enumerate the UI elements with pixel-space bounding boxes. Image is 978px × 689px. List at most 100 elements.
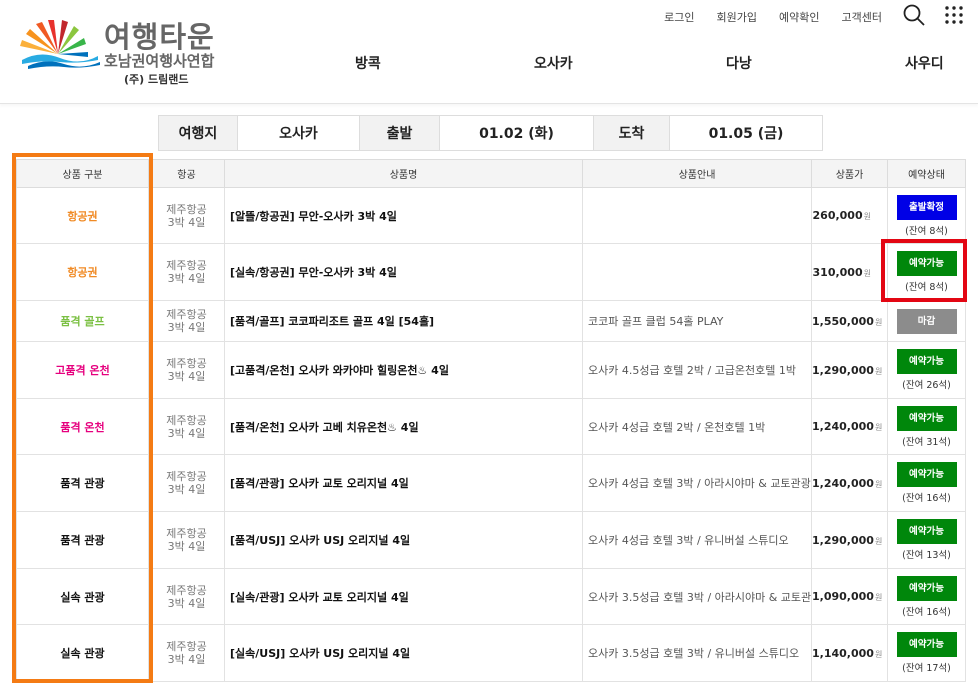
nav-item-osaka[interactable]: 오사카	[534, 53, 573, 73]
product-info: 오사카 4성급 호텔 2박 / 온천호텔 1박	[582, 398, 812, 455]
product-category: 품격 골프	[16, 300, 149, 342]
trip-duration: 3박 4일	[167, 540, 206, 553]
reservation-status: 예약가능 (잔여 26석)	[887, 341, 966, 399]
customer-center-link[interactable]: 고객센터	[842, 9, 882, 25]
remaining-seats: (잔여 16석)	[902, 493, 951, 504]
table-row[interactable]: 실속 관광 제주항공 3박 4일 [실속/관광] 오사카 교토 오리지널 4일 오사카 …	[16, 568, 966, 625]
price-value: 1,240,000	[812, 420, 874, 433]
product-name[interactable]: [실속/항공권] 무안-오사카 3박 4일	[224, 243, 583, 301]
signup-link[interactable]: 회원가입	[717, 9, 757, 25]
reservation-status: 예약가능 (잔여 8석)	[887, 243, 966, 301]
product-name[interactable]: [품격/온천] 오사카 고베 치유온천♨ 4일	[224, 398, 583, 455]
product-name[interactable]: [품격/골프] 코코파리조트 골프 4일 [54홀]	[224, 300, 583, 342]
airline-name: 제주항공	[166, 527, 207, 540]
reservation-check-link[interactable]: 예약확인	[779, 9, 819, 25]
nav-item-saudi[interactable]: 사우디	[905, 53, 944, 73]
status-button[interactable]: 예약가능	[896, 251, 957, 276]
product-name[interactable]: [품격/관광] 오사카 교토 오리지널 4일	[224, 454, 583, 512]
destination-value: 오사카	[238, 116, 360, 150]
product-info-text: 오사카 4.5성급 호텔 2박 / 고급온천호텔 1박	[588, 364, 796, 377]
product-price: 1,290,000원	[811, 511, 888, 569]
product-category-text: 실속 관광	[60, 590, 105, 604]
product-info: 코코파 골프 클럽 54홀 PLAY	[582, 300, 812, 342]
product-name-link[interactable]: [실속/관광] 오사카 교토 오리지널 4일	[230, 591, 409, 604]
remaining-seats: (잔여 31석)	[902, 436, 951, 448]
col-header-category: 상품 구분	[16, 159, 149, 188]
table-row[interactable]: 품격 관광 제주항공 3박 4일 [품격/관광] 오사카 교토 오리지널 4일 오사카 …	[16, 454, 966, 512]
product-category-text: 항공권	[67, 266, 98, 279]
col-header-status: 예약상태	[887, 159, 966, 188]
table-row[interactable]: 품격 골프 제주항공 3박 4일 [품격/골프] 코코파리조트 골프 4일 [54홀]…	[16, 300, 966, 342]
product-info-text: 오사카 4성급 호텔 3박 / 아라시야마 & 교토관광	[588, 477, 811, 490]
nav-item-danang[interactable]: 다낭	[726, 53, 752, 73]
airline-cell: 제주항공 3박 4일	[148, 398, 225, 455]
col-header-price: 상품가	[811, 159, 888, 188]
product-category: 품격 관광	[16, 454, 149, 512]
reservation-status: 예약가능 (잔여 13석)	[887, 511, 966, 569]
product-name-link[interactable]: [실속/USJ] 오사카 USJ 오리지널 4일	[230, 647, 410, 660]
airline-name: 제주항공	[166, 357, 207, 370]
logo-company: (주) 드림랜드	[124, 73, 189, 86]
table-header-row: 상품 구분 항공 상품명 상품안내 상품가 예약상태	[16, 159, 966, 188]
product-name-link[interactable]: [실속/항공권] 무안-오사카 3박 4일	[230, 266, 397, 279]
currency-unit: 원	[874, 593, 883, 602]
status-button[interactable]: 마감	[896, 308, 957, 334]
remaining-seats: (잔여 16석)	[902, 606, 951, 618]
status-button[interactable]: 예약가능	[896, 519, 957, 544]
product-info-text: 오사카 3.5성급 호텔 3박 / 아라시야마 & 교토관광	[588, 590, 812, 604]
product-name[interactable]: [실속/USJ] 오사카 USJ 오리지널 4일	[224, 624, 583, 682]
product-price: 260,000원	[811, 187, 888, 244]
status-button[interactable]: 예약가능	[896, 575, 957, 601]
table-row[interactable]: 품격 온천 제주항공 3박 4일 [품격/온천] 오사카 고베 치유온천♨ 4일 오사카…	[16, 398, 966, 455]
search-icon[interactable]	[903, 4, 925, 26]
site-logo[interactable]: 여행타운 호남권여행사연합 (주) 드림랜드	[18, 14, 258, 90]
col-header-airline: 항공	[148, 159, 225, 188]
table-row[interactable]: 품격 관광 제주항공 3박 4일 [품격/USJ] 오사카 USJ 오리지널 4일 오사…	[16, 511, 966, 569]
product-price: 310,000원	[811, 243, 888, 301]
table-row[interactable]: 고품격 온천 제주항공 3박 4일 [고품격/온천] 오사카 와카야마 힐링온천♨ 4…	[16, 341, 966, 399]
status-button[interactable]: 출발확정	[896, 194, 957, 220]
table-row[interactable]: 실속 관광 제주항공 3박 4일 [실속/USJ] 오사카 USJ 오리지널 4일 오사…	[16, 624, 966, 682]
product-name[interactable]: [알뜰/항공권] 무안-오사카 3박 4일	[224, 187, 583, 244]
product-name[interactable]: [실속/관광] 오사카 교토 오리지널 4일	[224, 568, 583, 625]
remaining-seats: (잔여 8석)	[905, 225, 948, 237]
product-info	[582, 243, 812, 301]
product-table: 상품 구분 항공 상품명 상품안내 상품가 예약상태 항공권 제주항공 3박 4일[…	[16, 159, 966, 682]
table-row[interactable]: 항공권 제주항공 3박 4일 [실속/항공권] 무안-오사카 3박 4일 310,000…	[16, 243, 966, 301]
product-category-text: 고품격 온천	[55, 364, 110, 377]
reservation-status: 마감	[887, 300, 966, 342]
login-link[interactable]: 로그인	[664, 9, 694, 25]
trip-summary-bar: 여행지 오사카 출발 01.02 (화) 도착 01.05 (금)	[158, 115, 823, 151]
price-value: 1,290,000	[812, 363, 874, 377]
product-info-text: 코코파 골프 클럽 54홀 PLAY	[588, 315, 724, 328]
currency-unit: 원	[874, 536, 883, 546]
status-button[interactable]: 예약가능	[896, 462, 957, 487]
airline-cell: 제주항공 3박 4일	[148, 511, 225, 569]
product-info: 오사카 3.5성급 호텔 3박 / 아라시야마 & 교토관광	[582, 568, 812, 625]
product-name-link[interactable]: [품격/USJ] 오사카 USJ 오리지널 4일	[230, 534, 410, 547]
nav-item-bangkok[interactable]: 방콕	[355, 53, 381, 73]
reservation-status: 출발확정 (잔여 8석)	[887, 187, 966, 244]
destination-label: 여행지	[159, 116, 238, 150]
utility-nav: 로그인 회원가입 예약확인 고객센터	[664, 9, 882, 25]
airline-cell: 제주항공 3박 4일	[148, 300, 225, 342]
table-row[interactable]: 항공권 제주항공 3박 4일 [알뜰/항공권] 무안-오사카 3박 4일 260,000…	[16, 187, 966, 244]
product-name-link[interactable]: [고품격/온천] 오사카 와카야마 힐링온천♨ 4일	[230, 364, 449, 377]
product-category: 품격 관광	[16, 511, 149, 569]
grid-menu-icon[interactable]	[945, 6, 963, 24]
product-category-text: 항공권	[67, 209, 98, 223]
product-name[interactable]: [품격/USJ] 오사카 USJ 오리지널 4일	[224, 511, 583, 569]
product-category-text: 실속 관광	[60, 647, 105, 660]
product-name-link[interactable]: [품격/관광] 오사카 교토 오리지널 4일	[230, 477, 409, 490]
arrival-date: 01.05 (금)	[708, 126, 784, 142]
product-name[interactable]: [고품격/온천] 오사카 와카야마 힐링온천♨ 4일	[224, 341, 583, 399]
product-name-link[interactable]: [품격/골프] 코코파리조트 골프 4일 [54홀]	[230, 315, 434, 328]
product-category: 실속 관광	[16, 624, 149, 682]
status-button[interactable]: 예약가능	[896, 405, 957, 431]
product-name-link[interactable]: [품격/온천] 오사카 고베 치유온천♨ 4일	[230, 421, 419, 434]
status-button[interactable]: 예약가능	[896, 632, 957, 657]
product-name-link[interactable]: [알뜰/항공권] 무안-오사카 3박 4일	[230, 210, 397, 223]
airline-name: 제주항공	[166, 259, 207, 272]
status-button[interactable]: 예약가능	[896, 349, 957, 374]
product-info-text: 오사카 4성급 호텔 2박 / 온천호텔 1박	[588, 420, 766, 434]
